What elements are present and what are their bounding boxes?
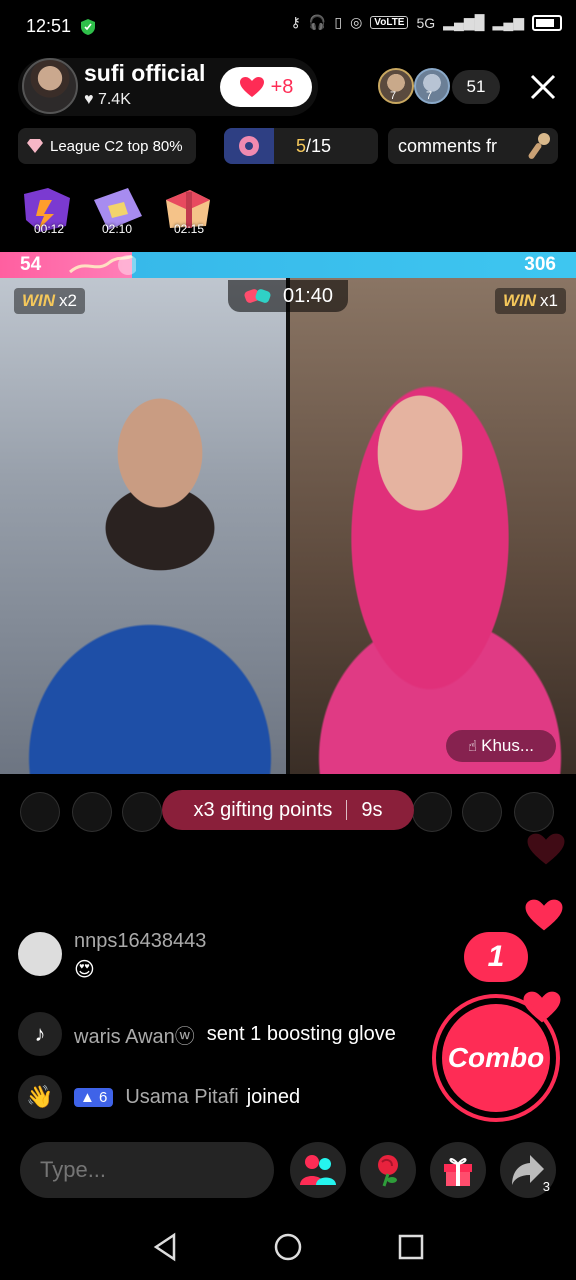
battle-timer: 01:40 (228, 280, 348, 312)
combo-button[interactable]: Combo (442, 1004, 550, 1112)
back-nav-icon[interactable] (150, 1232, 180, 1262)
video-divider (286, 278, 290, 774)
status-time: 12:51 (26, 16, 72, 36)
commenter-name: waris Awanⓦ (74, 1025, 195, 1048)
gifter-avatar[interactable] (462, 792, 502, 832)
commenter-name: nnps16438443 (74, 930, 207, 952)
right-win-badge: WIN x1 (494, 288, 566, 314)
gift-button[interactable] (430, 1142, 486, 1198)
follow-count: +8 (270, 75, 294, 98)
tiktok-icon: ♪ (18, 1012, 62, 1056)
league-pill[interactable]: League C2 top 80% (18, 128, 196, 164)
multi-guest-button[interactable] (290, 1142, 346, 1198)
comment-item[interactable]: 👋 ▲ 6 Usama Pitafi joined (18, 1075, 300, 1119)
viewer-count[interactable]: 51 (452, 70, 500, 104)
level-number: 6 (99, 1088, 108, 1106)
level-badge: ▲ 6 (74, 1087, 114, 1107)
host-likes: ♥ 7.4K (84, 91, 131, 108)
box-timer: 02:10 (101, 222, 133, 236)
commenter-avatar[interactable] (18, 932, 62, 976)
share-button[interactable]: 3 (500, 1142, 556, 1198)
comment-input[interactable] (20, 1142, 274, 1198)
gift-icon (444, 1158, 472, 1186)
recents-nav-icon[interactable] (396, 1232, 426, 1262)
comment-text: 😍 (74, 959, 95, 981)
floating-heart-icon (527, 833, 565, 865)
status-icons: ⚷ 🎧 ▯ ◎ VoLTE 5G ▂▄▆█ ▂▄▆ (291, 14, 562, 31)
share-arrow-icon (512, 1155, 544, 1185)
gifter-avatar[interactable] (122, 792, 162, 832)
battle-timer-text: 01:40 (282, 284, 334, 307)
key-icon: ⚷ (290, 14, 301, 30)
hotspot-icon: ◎ (350, 14, 363, 30)
left-score: 54 (20, 254, 42, 275)
gifting-separator (346, 800, 348, 820)
wave-hand-icon: 👋 (18, 1075, 62, 1119)
follow-button[interactable]: +8 (220, 67, 312, 107)
opponent-name-pill[interactable]: ☝ Khus... (446, 730, 556, 762)
gifter-avatar[interactable] (412, 792, 452, 832)
comment-text: sent 1 boosting glove (206, 1022, 396, 1045)
close-icon[interactable] (528, 72, 558, 102)
gifter-avatar[interactable] (514, 792, 554, 832)
left-win-multiplier: x2 (59, 291, 78, 310)
signal2-icon: ▂▄▆ (492, 14, 524, 30)
microphone-icon (528, 133, 550, 159)
left-win-badge: WIN x2 (14, 288, 86, 314)
win-label: WIN (22, 291, 56, 310)
vibrate-icon: ▯ (334, 14, 343, 30)
rank-total: /15 (306, 135, 332, 156)
opponent-name: Khus... (481, 736, 535, 755)
commenter-name: Usama Pitafi (125, 1085, 239, 1108)
right-score: 306 (524, 254, 556, 275)
rank-current: 5 (296, 135, 307, 156)
share-count: 3 (542, 1179, 550, 1194)
gifter-avatar[interactable] (20, 792, 60, 832)
rose-icon (378, 1155, 398, 1187)
right-win-multiplier: x1 (540, 291, 558, 310)
battery-icon (532, 14, 562, 31)
diamond-icon (27, 139, 43, 153)
host-likes-count: 7.4K (97, 91, 131, 108)
network-label: 5G (416, 14, 436, 31)
shield-icon (81, 19, 95, 35)
viewer-level: 7 (390, 90, 397, 102)
left-video[interactable] (0, 278, 286, 774)
comments-pill[interactable]: comments fr (388, 128, 558, 164)
comment-text: joined (246, 1085, 301, 1108)
volte-badge: VoLTE (370, 16, 409, 29)
league-label: League C2 top 80% (50, 137, 183, 155)
right-video[interactable] (290, 278, 576, 774)
win-label: WIN (502, 291, 537, 310)
heart-icon (239, 77, 264, 97)
floating-heart-icon (525, 899, 563, 931)
host-avatar[interactable] (22, 58, 78, 114)
hand-icon: ☝ (467, 738, 478, 755)
gifting-countdown: 9s (361, 798, 383, 821)
viewer-level: 7 (426, 90, 433, 102)
home-nav-icon[interactable] (273, 1232, 303, 1262)
box-timer: 02:15 (173, 222, 205, 236)
rose-button[interactable] (360, 1142, 416, 1198)
gifting-points-banner: x3 gifting points 9s (162, 790, 414, 830)
comment-item[interactable]: nnps16438443 😍 (18, 930, 206, 982)
ranking-icon (224, 128, 274, 164)
box-timer: 00:12 (33, 222, 65, 236)
headphones-icon: 🎧 (308, 14, 327, 30)
people-icon (300, 1155, 336, 1185)
rank-pill[interactable]: 5/15 (224, 128, 378, 164)
flame-spark-icon (69, 254, 136, 275)
gifting-text: x3 gifting points (193, 798, 333, 821)
gifter-avatar[interactable] (72, 792, 112, 832)
signal-icon: ▂▄▆█ (443, 14, 485, 30)
boxing-glove-icon (244, 289, 271, 303)
comments-label: comments fr (398, 135, 498, 156)
host-name[interactable]: sufi official (84, 60, 205, 87)
comment-item[interactable]: ♪ waris Awanⓦ sent 1 boosting glove (18, 1012, 396, 1056)
combo-count: 1 (464, 932, 528, 982)
